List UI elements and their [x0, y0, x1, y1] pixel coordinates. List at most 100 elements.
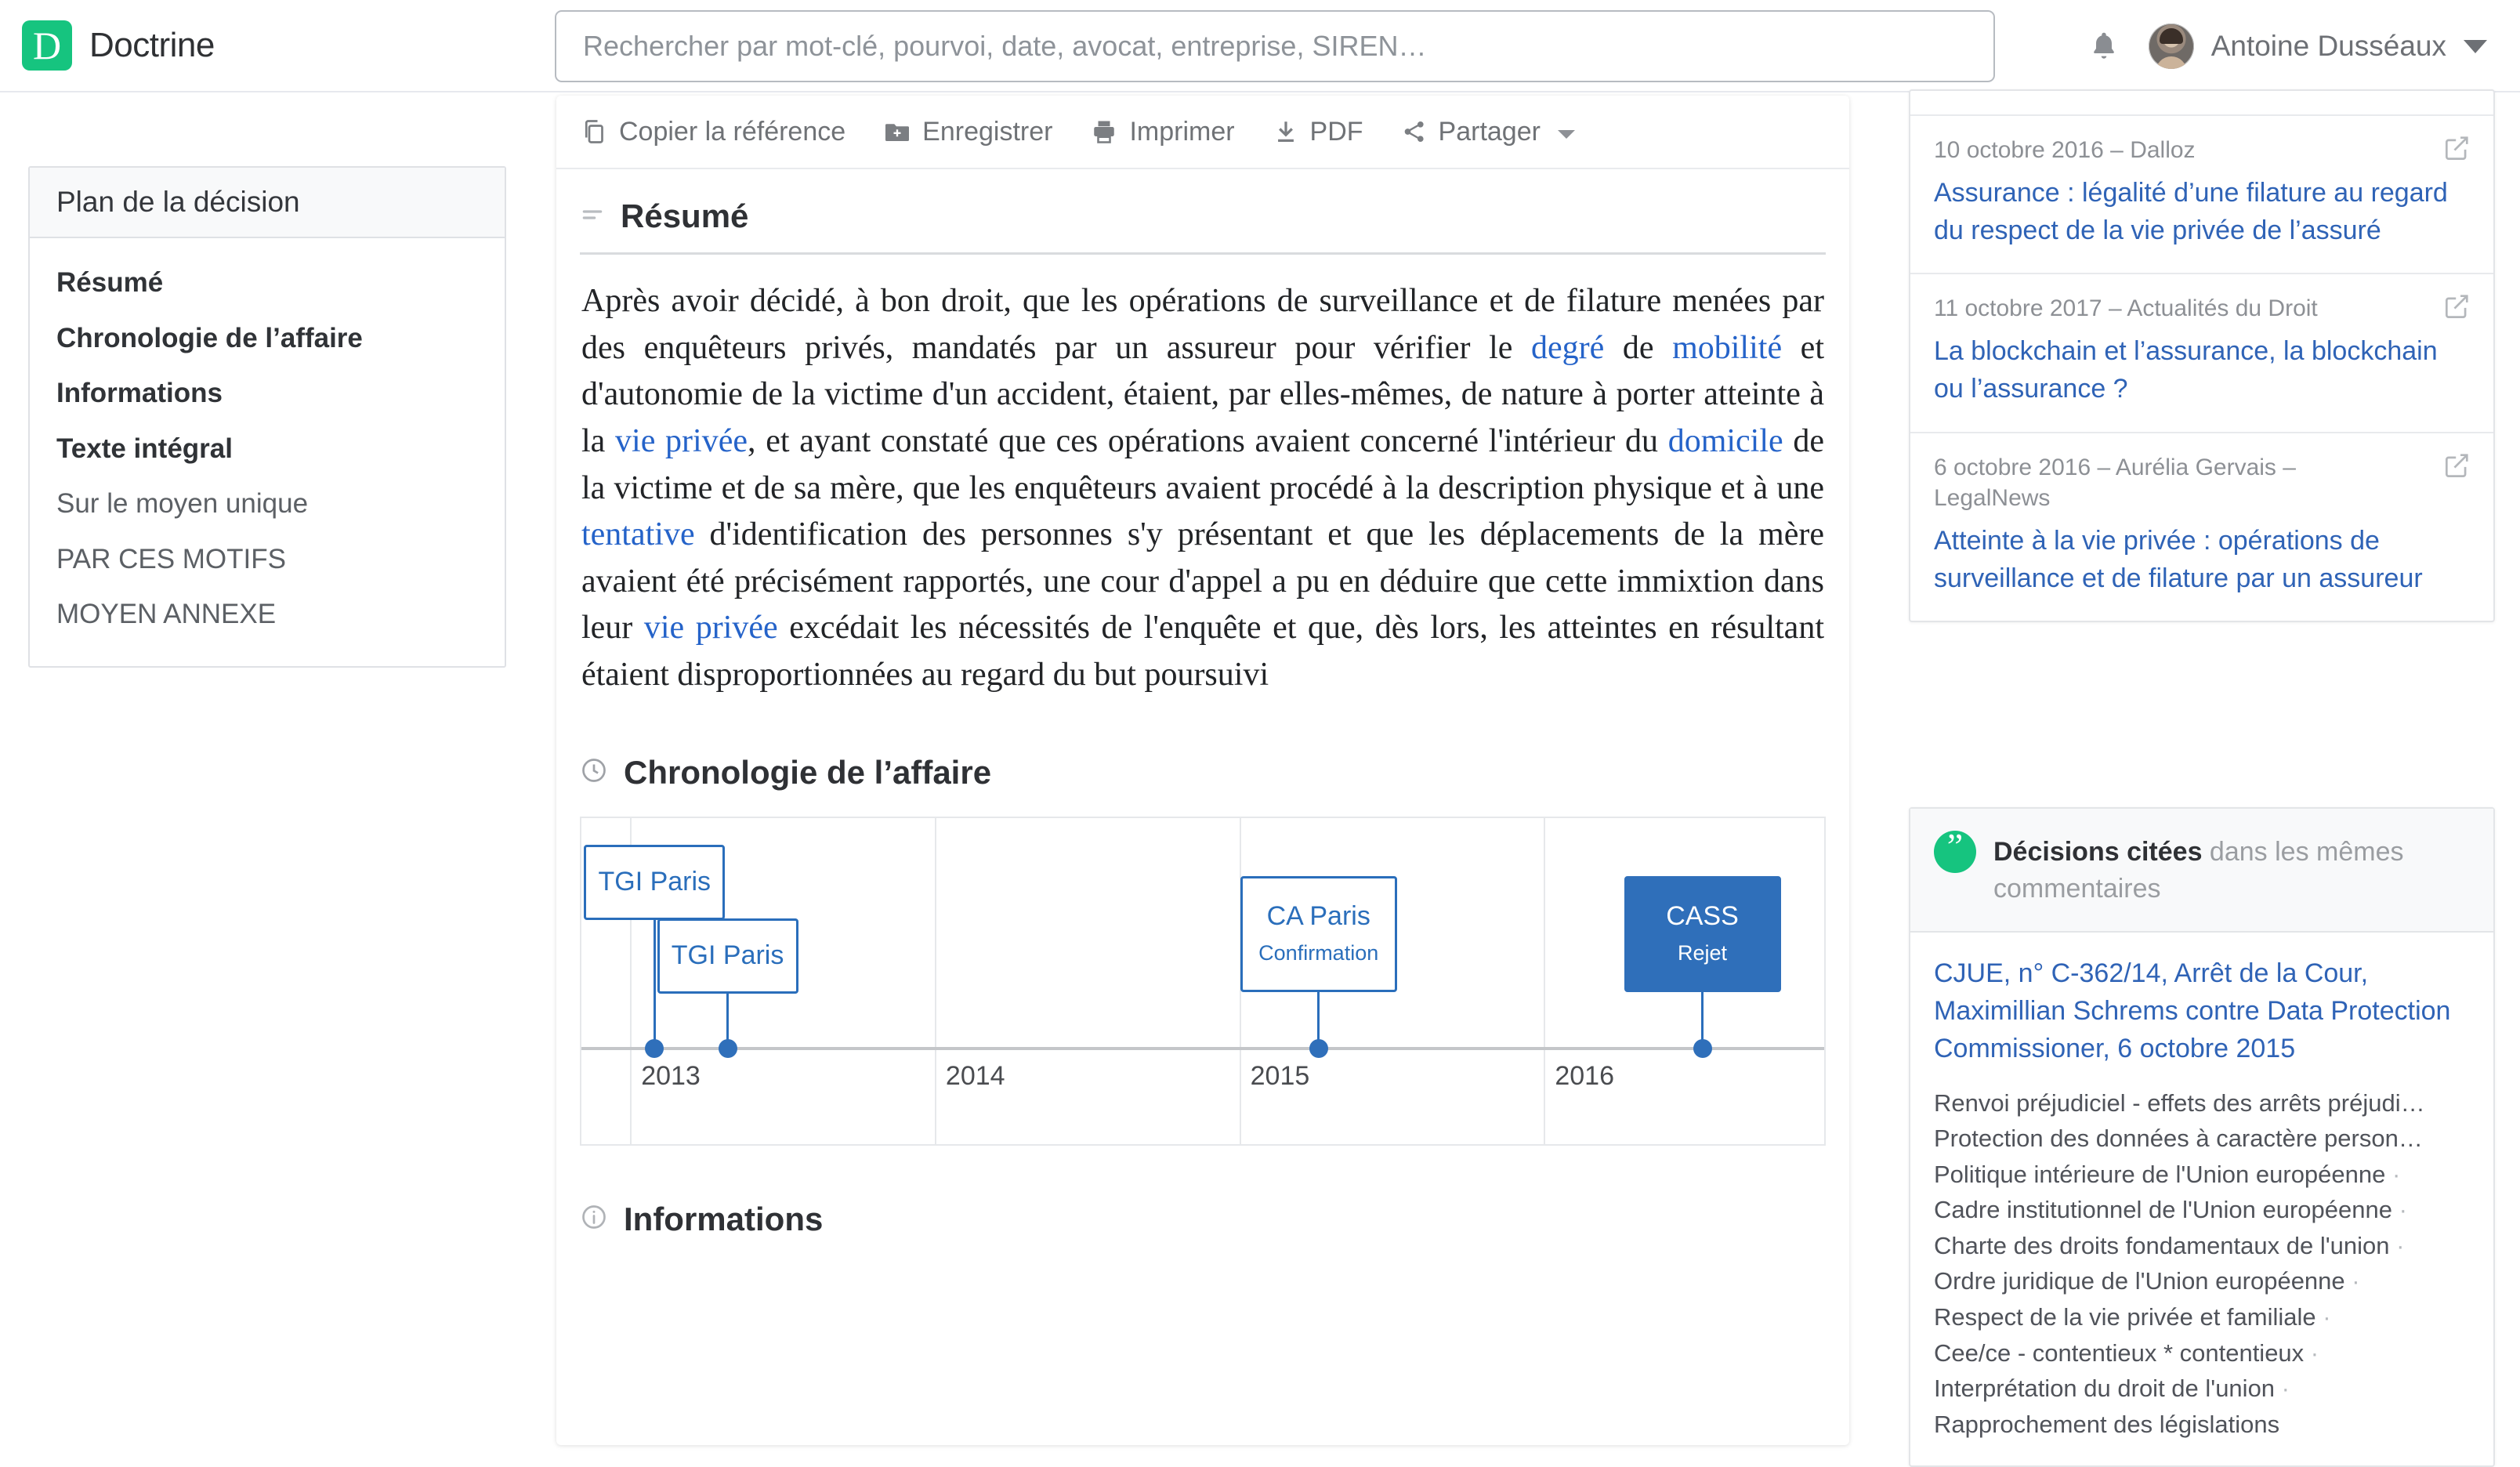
commentaire-item-1[interactable]: 10 octobre 2016 – Dalloz Assurance : léga… — [1910, 116, 2493, 275]
commentaire-title-0[interactable]: general, M. Ride, n° 15-24.015 — [1934, 91, 2470, 96]
timeline-gridlines: 2013 2014 2015 2016 TGI Paris TGI Paris CA Par… — [581, 817, 1824, 1144]
commentaire-meta-1: 10 octobre 2016 – Dalloz — [1934, 137, 2196, 164]
timeline-event-label-3: CASS — [1666, 901, 1739, 932]
cited-tag-2[interactable]: Politique intérieure de l'Union européen… — [1934, 1157, 2470, 1193]
brand-name: Doctrine — [89, 26, 215, 64]
timeline-event-label-2: CA Paris — [1266, 901, 1370, 932]
decisions-citees-card: ” Décisions citées dans les mêmes commen… — [1909, 807, 2495, 1467]
resume-link-9[interactable]: tentative — [581, 516, 695, 552]
plan-item-3[interactable]: Texte intégral — [30, 422, 505, 477]
decisions-citees-header: ” Décisions citées dans les mêmes commen… — [1910, 809, 2493, 933]
tag-separator: · — [2315, 1302, 2331, 1331]
timeline-event-dot-1[interactable] — [718, 1038, 737, 1058]
share-label: Partager — [1438, 116, 1541, 147]
decisions-citees-title: Décisions citées dans les mêmes commenta… — [1993, 831, 2470, 907]
cited-tag-1[interactable]: Protection des données à caractère perso… — [1934, 1121, 2470, 1157]
external-link-icon[interactable] — [2442, 292, 2471, 325]
resume-section-header: Résumé — [556, 169, 1849, 235]
plan-item-6[interactable]: MOYEN ANNEXE — [30, 587, 505, 643]
summary-lines-icon — [580, 202, 605, 231]
timeline-event-box-0[interactable]: TGI Paris — [584, 844, 726, 920]
pdf-button[interactable]: PDF — [1273, 117, 1363, 147]
cited-tag-4[interactable]: Charte des droits fondamentaux de l'unio… — [1934, 1228, 2470, 1264]
resume-link-3[interactable]: mobilité — [1672, 330, 1782, 366]
resume-link-5[interactable]: vie privée — [615, 423, 748, 459]
chevron-down-icon — [2464, 39, 2487, 53]
cited-tag-8[interactable]: Interprétation du droit de l'union · — [1934, 1371, 2470, 1407]
search-input[interactable] — [555, 10, 1995, 82]
pdf-label: PDF — [1309, 116, 1363, 147]
cited-tag-6[interactable]: Respect de la vie privée et familiale · — [1934, 1299, 2470, 1335]
user-name: Antoine Dusséaux — [2210, 30, 2446, 62]
decisions-citees-title-bold: Décisions citées — [1993, 837, 2203, 867]
timeline-axis — [581, 1046, 1824, 1050]
timeline-year-label-2013: 2013 — [641, 1060, 701, 1091]
cited-tag-3[interactable]: Cadre institutionnel de l'Union européen… — [1934, 1192, 2470, 1228]
plan-de-la-decision-panel: Plan de la décision Résumé Chronologie de… — [28, 166, 506, 668]
commentaire-title-2[interactable]: La blockchain et l’assurance, la blockch… — [1934, 332, 2470, 408]
notifications-bell-icon[interactable] — [2086, 28, 2122, 64]
commentaire-item-2[interactable]: 11 octobre 2017 – Actualités du Droit La … — [1910, 274, 2493, 433]
informations-heading: Informations — [624, 1200, 824, 1237]
tag-separator: · — [2385, 1160, 2401, 1188]
tag-separator: · — [2275, 1375, 2290, 1403]
external-link-icon[interactable] — [2442, 451, 2471, 484]
share-button[interactable]: Partager — [1401, 117, 1577, 147]
tag-separator: · — [2389, 1231, 2405, 1259]
cited-tag-5[interactable]: Ordre juridique de l'Union européenne · — [1934, 1263, 2470, 1299]
resume-text-2: de — [1604, 329, 1673, 366]
resume-paragraph: Après avoir décidé, à bon droit, que les… — [556, 255, 1849, 699]
resume-link-7[interactable]: domicile — [1668, 423, 1783, 459]
chronologie-heading: Chronologie de l’affaire — [624, 753, 992, 791]
timeline-gridline-2014 — [934, 817, 936, 1144]
timeline-event-sublabel-2: Confirmation — [1258, 941, 1379, 965]
plan-item-4[interactable]: Sur le moyen unique — [30, 476, 505, 532]
timeline-event-box-1[interactable]: TGI Paris — [657, 918, 798, 994]
chevron-down-icon — [1556, 117, 1577, 147]
plan-panel-title: Plan de la décision — [30, 168, 505, 238]
timeline-year-label-2016: 2016 — [1555, 1060, 1614, 1091]
share-icon — [1401, 118, 1428, 145]
external-link-icon[interactable] — [2442, 133, 2471, 167]
decisions-citees-body: CJUE, n° C-362/14, Arrêt de la Cour, Max… — [1910, 933, 2493, 1465]
avatar — [2148, 24, 2194, 69]
doctrine-logo-icon: D — [22, 20, 72, 71]
informations-section-header: Informations — [556, 1146, 1849, 1238]
timeline-event-dot-0[interactable] — [645, 1038, 664, 1058]
cited-tag-0[interactable]: Renvoi préjudiciel - effets des arrêts p… — [1934, 1085, 2470, 1121]
save-button[interactable]: Enregistrer — [883, 117, 1052, 147]
commentaire-item-3[interactable]: 6 octobre 2016 – Aurélia Gervais – Legal… — [1910, 433, 2493, 621]
resume-text-6: , et ayant constaté que ces opérations a… — [748, 422, 1668, 459]
resume-link-1[interactable]: degré — [1531, 330, 1604, 366]
commentaire-title-1[interactable]: Assurance : légalité d’une filature au r… — [1934, 174, 2470, 250]
brand[interactable]: D Doctrine — [22, 20, 215, 71]
timeline-event-sublabel-3: Rejet — [1677, 941, 1728, 965]
timeline-event-dot-3[interactable] — [1693, 1038, 1712, 1058]
plan-item-5[interactable]: PAR CES MOTIFS — [30, 532, 505, 588]
timeline-event-box-2[interactable]: CA Paris Confirmation — [1240, 875, 1397, 992]
chronologie-section-header: Chronologie de l’affaire — [556, 699, 1849, 791]
print-button[interactable]: Imprimer — [1090, 117, 1235, 147]
commentaire-item-0[interactable]: general, M. Ride, n° 15-24.015 — [1910, 91, 2493, 117]
resume-link-11[interactable]: vie privée — [644, 610, 778, 646]
quote-icon: ” — [1934, 828, 1976, 873]
copy-reference-button[interactable]: Copier la référence — [580, 117, 845, 147]
timeline-gridline-2016 — [1544, 817, 1546, 1144]
cited-tag-7[interactable]: Cee/ce - contentieux * contentieux · — [1934, 1335, 2470, 1371]
plan-item-0[interactable]: Résumé — [30, 255, 505, 311]
plan-item-2[interactable]: Informations — [30, 366, 505, 422]
chronologie-timeline-chart[interactable]: 2013 2014 2015 2016 TGI Paris TGI Paris CA Par… — [580, 816, 1826, 1146]
commentaire-title-3[interactable]: Atteinte à la vie privée : opérations de… — [1934, 522, 2470, 598]
tag-separator: · — [2304, 1338, 2319, 1367]
document-toolbar: Copier la référence Enregistrer Imprimer — [556, 96, 1849, 169]
timeline-year-label-2014: 2014 — [945, 1060, 1005, 1091]
timeline-event-dot-2[interactable] — [1309, 1038, 1328, 1058]
tag-separator: · — [2392, 1196, 2407, 1224]
cited-tag-9[interactable]: Rapprochement des législations — [1934, 1407, 2470, 1443]
cited-decision-link[interactable]: CJUE, n° C-362/14, Arrêt de la Cour, Max… — [1934, 954, 2470, 1068]
plan-item-1[interactable]: Chronologie de l’affaire — [30, 311, 505, 367]
timeline-event-box-3[interactable]: CASS Rejet — [1624, 875, 1781, 992]
user-menu[interactable]: Antoine Dusséaux — [2148, 24, 2487, 69]
plan-item-list: Résumé Chronologie de l’affaire Informatio… — [30, 238, 505, 666]
copy-icon — [580, 118, 608, 146]
